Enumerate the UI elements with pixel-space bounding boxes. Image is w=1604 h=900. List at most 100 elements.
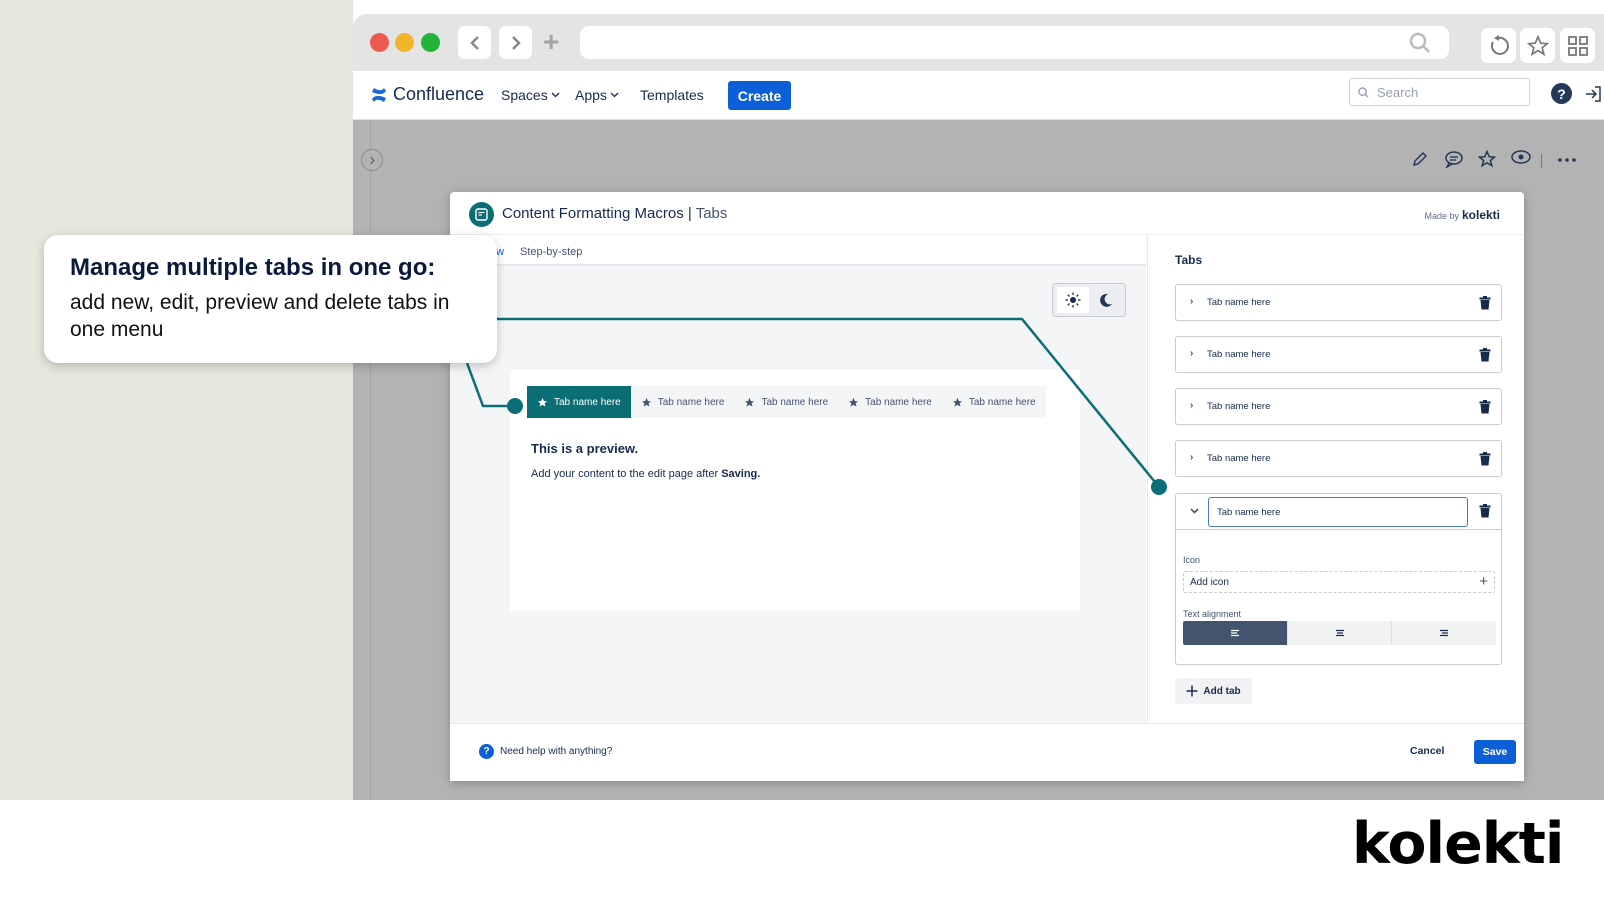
help-icon[interactable]: ? [1551,83,1572,104]
dialog-title-sub: Tabs [695,205,728,222]
nav-apps[interactable]: Apps [575,87,619,103]
maximize-window-button[interactable] [421,33,440,52]
chevron-right-icon[interactable]: › [1190,452,1193,463]
star-icon[interactable] [1478,150,1496,168]
align-center-icon [1335,629,1344,637]
help-link-text: Need help with anything? [500,746,613,757]
preview-pane: ew Step-by-step Tab name here Tab name h… [450,235,1146,723]
save-button[interactable]: Save [1474,740,1516,764]
address-bar[interactable] [580,26,1449,59]
watch-icon[interactable] [1511,150,1531,164]
align-left-button[interactable] [1183,621,1288,645]
theme-toggle[interactable] [1052,283,1126,317]
chevron-down-icon [610,92,619,98]
preview-tab[interactable]: Tab name here [838,386,942,418]
align-center-button[interactable] [1288,621,1393,645]
chevron-right-icon[interactable]: › [1190,296,1193,307]
icon-field-label: Icon [1183,555,1201,565]
preview-tab[interactable]: Tab name here [942,386,1046,418]
nav-templates[interactable]: Templates [640,87,704,103]
actions-divider [1541,154,1542,168]
tab-item-expanded-header: Tab name here [1176,494,1501,530]
made-by-label: Made by kolekti [1424,208,1500,222]
light-theme-button[interactable] [1057,287,1089,313]
tab-item-name: Tab name here [1207,401,1271,412]
align-left-icon [1230,629,1239,637]
tab-item-expanded: Tab name here Icon Add icon + Text align… [1175,493,1502,665]
align-right-button[interactable] [1392,621,1496,645]
chevron-down-icon[interactable] [1190,508,1199,514]
sidebar-divider [370,120,371,800]
callout-body: add new, edit, preview and delete tabs i… [70,291,450,341]
tab-overview-button[interactable] [1560,28,1595,63]
dialog-header: Content Formatting Macros | Tabs Made by… [450,192,1524,235]
cancel-button[interactable]: Cancel [1410,745,1444,757]
dark-theme-button[interactable] [1089,287,1121,313]
text-alignment-group [1183,621,1496,645]
star-icon [641,397,651,407]
tab-list-item[interactable]: › Tab name here [1175,388,1502,425]
tab-step-by-step[interactable]: Step-by-step [520,246,582,258]
macro-app-icon [469,202,494,227]
create-button[interactable]: Create [728,81,791,110]
add-icon-text: Add icon [1190,576,1229,588]
sign-in-icon[interactable] [1583,84,1603,104]
search-icon [1409,32,1430,53]
nav-spaces[interactable]: Spaces [501,87,560,103]
plus-icon [1186,685,1198,697]
add-icon-field[interactable]: Add icon + [1183,571,1495,593]
search-icon [1358,86,1369,98]
trash-icon[interactable] [1479,296,1491,310]
chevron-right-icon[interactable]: › [1190,400,1193,411]
search-placeholder: Search [1377,84,1419,100]
tab-item-name: Tab name here [1207,349,1271,360]
star-icon [745,397,755,407]
preview-tab-label: Tab name here [554,396,621,408]
chevron-right-icon [511,35,521,50]
star-icon [1526,34,1549,56]
expand-sidebar-button[interactable] [361,149,383,171]
confluence-logo[interactable]: Confluence [371,84,484,105]
more-options-icon[interactable] [1558,158,1576,162]
trash-icon[interactable] [1479,452,1491,466]
made-by-brand: kolekti [1461,208,1500,222]
chevron-right-icon[interactable]: › [1190,348,1193,359]
preview-text-plain: Add your content to the edit page after [531,468,722,480]
tab-list-item[interactable]: › Tab name here [1175,284,1502,321]
tab-list-item[interactable]: › Tab name here [1175,440,1502,477]
brand-name: Confluence [393,84,485,104]
sun-icon [1065,292,1081,308]
help-link[interactable]: ? Need help with anything? [479,744,612,759]
browser-toolbar: + [353,14,1604,71]
trash-icon[interactable] [1479,400,1491,414]
dialog-title-main: Content Formatting Macros [502,205,684,222]
tab-name-input[interactable]: Tab name here [1208,497,1468,527]
add-tab-button[interactable]: Add tab [1175,678,1252,704]
reload-icon [1490,34,1509,55]
tab-list-item[interactable]: › Tab name here [1175,336,1502,373]
dialog-footer: ? Need help with anything? Cancel Save [450,723,1524,781]
close-window-button[interactable] [370,33,389,52]
edit-icon[interactable] [1411,150,1429,168]
bookmark-button[interactable] [1520,28,1555,63]
preview-tab-label: Tab name here [657,396,725,408]
nav-apps-label: Apps [575,87,607,103]
trash-icon[interactable] [1479,348,1491,362]
preview-tab-bar: Tab name here Tab name here Tab name her… [527,386,1046,418]
forward-button[interactable] [499,26,532,59]
search-input[interactable]: Search [1349,78,1530,106]
preview-heading: This is a preview. [531,441,639,456]
new-tab-button[interactable]: + [543,28,559,56]
preview-tab[interactable]: Tab name here [734,386,838,418]
minimize-window-button[interactable] [395,33,414,52]
back-button[interactable] [458,26,491,59]
comment-icon[interactable] [1444,150,1464,168]
plus-icon[interactable]: + [1479,573,1488,590]
preview-tab[interactable]: Tab name here [527,386,631,418]
add-tab-label: Add tab [1203,685,1241,697]
preview-tab-label: Tab name here [865,396,932,408]
preview-tab[interactable]: Tab name here [631,386,735,418]
reload-button[interactable] [1481,28,1516,63]
preview-text-bold: Saving. [721,468,761,480]
trash-icon[interactable] [1479,504,1491,518]
